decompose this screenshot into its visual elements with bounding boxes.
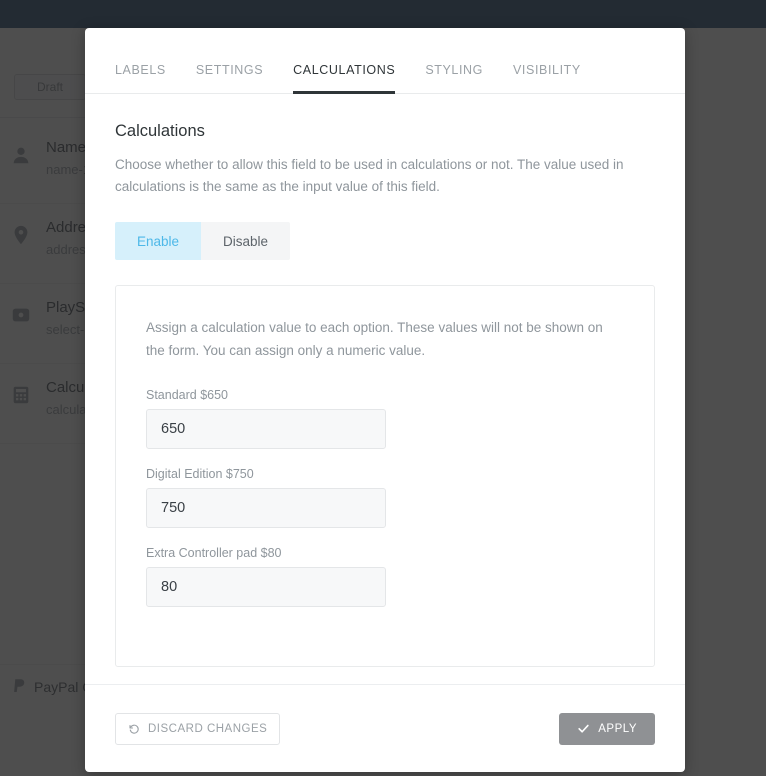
- calculations-toggle-group: Enable Disable: [115, 222, 291, 260]
- enable-button[interactable]: Enable: [115, 222, 202, 260]
- calculation-values-panel: Assign a calculation value to each optio…: [115, 285, 655, 667]
- modal-body: Calculations Choose whether to allow thi…: [85, 94, 685, 684]
- screen: Draft Name name-1 Address address: [0, 0, 766, 776]
- app-top-bar: [0, 0, 766, 28]
- calculation-value-input-digital-edition[interactable]: [146, 488, 386, 528]
- undo-icon: [128, 723, 140, 735]
- section-description: Choose whether to allow this field to be…: [115, 157, 624, 194]
- modal-tab-bar: LABELS SETTINGS CALCULATIONS STYLING VIS…: [85, 28, 685, 94]
- modal-footer: DISCARD CHANGES APPLY: [85, 684, 685, 772]
- panel-description: Assign a calculation value to each optio…: [146, 320, 603, 358]
- field-label: Standard $650: [146, 388, 229, 402]
- tab-labels[interactable]: LABELS: [115, 63, 166, 93]
- discard-changes-label: DISCARD CHANGES: [148, 722, 268, 735]
- discard-changes-button[interactable]: DISCARD CHANGES: [115, 712, 281, 745]
- tab-styling[interactable]: STYLING: [425, 63, 483, 93]
- check-icon: [577, 722, 590, 735]
- field-label: Digital Edition $750: [146, 467, 254, 481]
- section-title: Calculations: [115, 122, 205, 140]
- calculation-value-input-standard[interactable]: [146, 409, 386, 449]
- apply-button[interactable]: APPLY: [559, 712, 655, 745]
- field-label: Extra Controller pad $80: [146, 546, 282, 560]
- apply-label: APPLY: [598, 722, 637, 735]
- calculation-field-digital-edition: Digital Edition $750: [146, 467, 624, 528]
- tab-settings[interactable]: SETTINGS: [196, 63, 263, 93]
- tab-visibility[interactable]: VISIBILITY: [513, 63, 581, 93]
- calculation-field-standard: Standard $650: [146, 388, 624, 449]
- tab-calculations[interactable]: CALCULATIONS: [293, 63, 396, 94]
- disable-button[interactable]: Disable: [201, 222, 291, 260]
- calculation-field-extra-controller: Extra Controller pad $80: [146, 546, 624, 607]
- field-properties-modal: LABELS SETTINGS CALCULATIONS STYLING VIS…: [85, 28, 685, 772]
- calculation-value-input-extra-controller[interactable]: [146, 567, 386, 607]
